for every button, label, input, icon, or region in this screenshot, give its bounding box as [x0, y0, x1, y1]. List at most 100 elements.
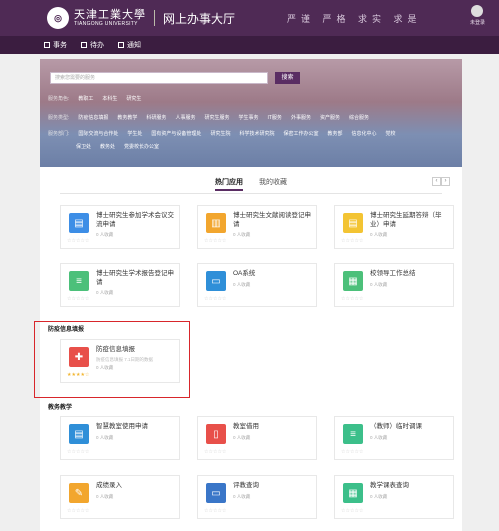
nav-label: 待办 — [90, 42, 104, 49]
list-icon: ≡ — [69, 271, 89, 291]
filter-item[interactable]: 本科生 — [102, 95, 117, 102]
filter-item[interactable]: 防疫信息填报 — [78, 114, 108, 121]
filter-item[interactable]: 研究生服务 — [204, 114, 229, 121]
app-title: 智慧教室使用申请 — [96, 423, 148, 430]
app-title: 博士研究生参加学术会议交流申请 — [96, 212, 174, 228]
filter-item[interactable]: 国有资产与设备管理处 — [151, 130, 201, 137]
tab-bar: 热门应用 我的收藏 — [40, 177, 462, 191]
logo-text: 天津工業大學 TIANGONG UNIVERSITY — [74, 9, 146, 27]
app-card[interactable]: ▤ 博士研究生延期答辩（毕业）申请 0 人收藏 ☆☆☆☆☆ — [334, 205, 454, 249]
app-meta: 0 人收藏 — [233, 435, 251, 440]
filter-item[interactable]: 综合服务 — [349, 114, 369, 121]
clipboard-icon: ≡ — [343, 424, 363, 444]
app-card[interactable]: ▦ 校领导工作总结 0 人收藏 ☆☆☆☆☆ — [334, 263, 454, 307]
app-title: OA系统 — [233, 270, 256, 277]
screen-icon: ▭ — [206, 483, 226, 503]
user-menu[interactable]: 未登录 — [470, 5, 485, 26]
app-meta: 0 人收藏 — [233, 232, 251, 237]
search-input[interactable]: 搜索您需要的服务 — [50, 72, 268, 84]
app-meta: 0 人收藏 — [96, 494, 114, 499]
university-logo[interactable]: ◎ — [47, 7, 69, 29]
table-icon: ▦ — [343, 271, 363, 291]
grid-icon — [44, 42, 50, 48]
app-title: 校领导工作总结 — [370, 270, 416, 277]
filter-item[interactable]: 国际交流与合作处 — [78, 130, 118, 137]
filter-dept: 服务部门: 国际交流与合作处 学生处 国有资产与设备管理处 研究生院 科学技术研… — [48, 130, 396, 137]
filter-item[interactable]: 科研服务 — [146, 114, 166, 121]
filter-item[interactable]: 学生事务 — [238, 114, 258, 121]
filter-item[interactable]: 教务部 — [327, 130, 342, 137]
app-meta: 0 人收藏 — [370, 494, 388, 499]
app-title: 成绩录入 — [96, 482, 122, 489]
edit-icon: ✎ — [69, 483, 89, 503]
app-title: 博士研究生学术报告登记申请 — [96, 270, 174, 286]
nav-label: 事务 — [53, 42, 67, 49]
document-icon: ▤ — [69, 213, 89, 233]
tab-hot[interactable]: 热门应用 — [215, 177, 243, 191]
filter-item[interactable]: IT服务 — [267, 114, 281, 121]
app-meta: 0 人收藏 — [233, 494, 251, 499]
filter-item[interactable]: 教职工 — [78, 95, 93, 102]
app-card[interactable]: ▯ 教室借用 0 人收藏 ☆☆☆☆☆ — [197, 416, 317, 460]
filter-item[interactable]: 党校 — [386, 130, 396, 137]
carousel-arrows: ‹ › — [432, 177, 450, 186]
nav-todo[interactable]: 待办 — [81, 40, 104, 50]
app-card[interactable]: ▥ 博士研究生文献阅读登记申请 0 人收藏 ☆☆☆☆☆ — [197, 205, 317, 249]
document-icon: ▤ — [343, 213, 363, 233]
app-card[interactable]: ▤ 博士研究生参加学术会议交流申请 0 人收藏 ☆☆☆☆☆ — [60, 205, 180, 249]
filter-item[interactable]: 信息化中心 — [352, 130, 377, 137]
rating-stars: ☆☆☆☆☆ — [67, 508, 90, 514]
logo-en: TIANGONG UNIVERSITY — [74, 21, 138, 27]
app-card[interactable]: ≡ 博士研究生学术报告登记申请 0 人收藏 ☆☆☆☆☆ — [60, 263, 180, 307]
app-card[interactable]: ▤ 智慧教室使用申请 0 人收藏 ☆☆☆☆☆ — [60, 416, 180, 460]
arrow-left-icon[interactable]: ‹ — [432, 177, 441, 186]
rating-stars: ☆☆☆☆☆ — [341, 508, 364, 514]
filter-item[interactable]: 党委校长办公室 — [124, 143, 159, 150]
filter-type: 服务类型: 防疫信息填报 教务教学 科研服务 人事服务 研究生服务 学生事务 I… — [48, 114, 369, 121]
app-title: 教室借用 — [233, 423, 259, 430]
filter-item[interactable]: 学生处 — [127, 130, 142, 137]
banner: 搜索您需要的服务 搜索 服务角色: 教职工 本科生 研究生 服务类型: 防疫信息… — [40, 59, 462, 167]
avatar-icon[interactable] — [471, 5, 484, 17]
filter-item[interactable]: 研究生 — [126, 95, 141, 102]
filter-item[interactable]: 科学技术研究院 — [239, 130, 274, 137]
filter-item[interactable]: 外事服务 — [291, 114, 311, 121]
app-card[interactable]: ▭ OA系统 0 人收藏 ☆☆☆☆☆ — [197, 263, 317, 307]
app-title: 评教查询 — [233, 482, 259, 489]
rating-stars: ☆☆☆☆☆ — [204, 238, 227, 244]
rating-stars: ☆☆☆☆☆ — [204, 449, 227, 455]
rating-stars: ☆☆☆☆☆ — [67, 238, 90, 244]
arrow-right-icon[interactable]: › — [441, 177, 450, 186]
app-meta: 0 人收藏 — [370, 232, 388, 237]
rating-stars: ☆☆☆☆☆ — [204, 508, 227, 514]
rating-stars: ☆☆☆☆☆ — [67, 296, 90, 302]
door-icon: ▯ — [206, 424, 226, 444]
user-label[interactable]: 未登录 — [470, 19, 485, 26]
app-card[interactable]: ≡ （教师）临时调课 0 人收藏 ☆☆☆☆☆ — [334, 416, 454, 460]
filter-item[interactable]: 研究生院 — [210, 130, 230, 137]
app-meta: 0 人收藏 — [370, 435, 388, 440]
nav-affairs[interactable]: 事务 — [44, 40, 67, 50]
filter-item[interactable]: 保密工作办公室 — [283, 130, 318, 137]
filter-item[interactable]: 人事服务 — [175, 114, 195, 121]
app-card[interactable]: ▦ 教学课表查询 0 人收藏 ☆☆☆☆☆ — [334, 475, 454, 519]
app-meta: 0 人收藏 — [233, 282, 251, 287]
app-title: （教师）临时调课 — [370, 423, 422, 430]
app-title: 博士研究生延期答辩（毕业）申请 — [370, 212, 442, 228]
tab-favorites[interactable]: 我的收藏 — [259, 177, 287, 191]
filter-label: 服务部门: — [48, 131, 70, 137]
filter-item[interactable]: 资产服务 — [320, 114, 340, 121]
highlight-box — [34, 321, 190, 398]
filter-item[interactable]: 教务处 — [100, 143, 115, 150]
app-card[interactable]: ▭ 评教查询 0 人收藏 ☆☆☆☆☆ — [197, 475, 317, 519]
filter-item[interactable]: 保卫处 — [76, 143, 91, 150]
grid-icon — [81, 42, 87, 48]
app-card[interactable]: ✎ 成绩录入 0 人收藏 ☆☆☆☆☆ — [60, 475, 180, 519]
app-meta: 0 人收藏 — [96, 232, 114, 237]
nav-notice[interactable]: 通知 — [118, 40, 141, 50]
motto: 严谨 严格 求实 求是 — [287, 13, 422, 24]
search-button[interactable]: 搜索 — [275, 72, 300, 84]
filter-label: 服务类型: — [48, 115, 70, 121]
rating-stars: ☆☆☆☆☆ — [67, 449, 90, 455]
filter-item[interactable]: 教务教学 — [117, 114, 137, 121]
